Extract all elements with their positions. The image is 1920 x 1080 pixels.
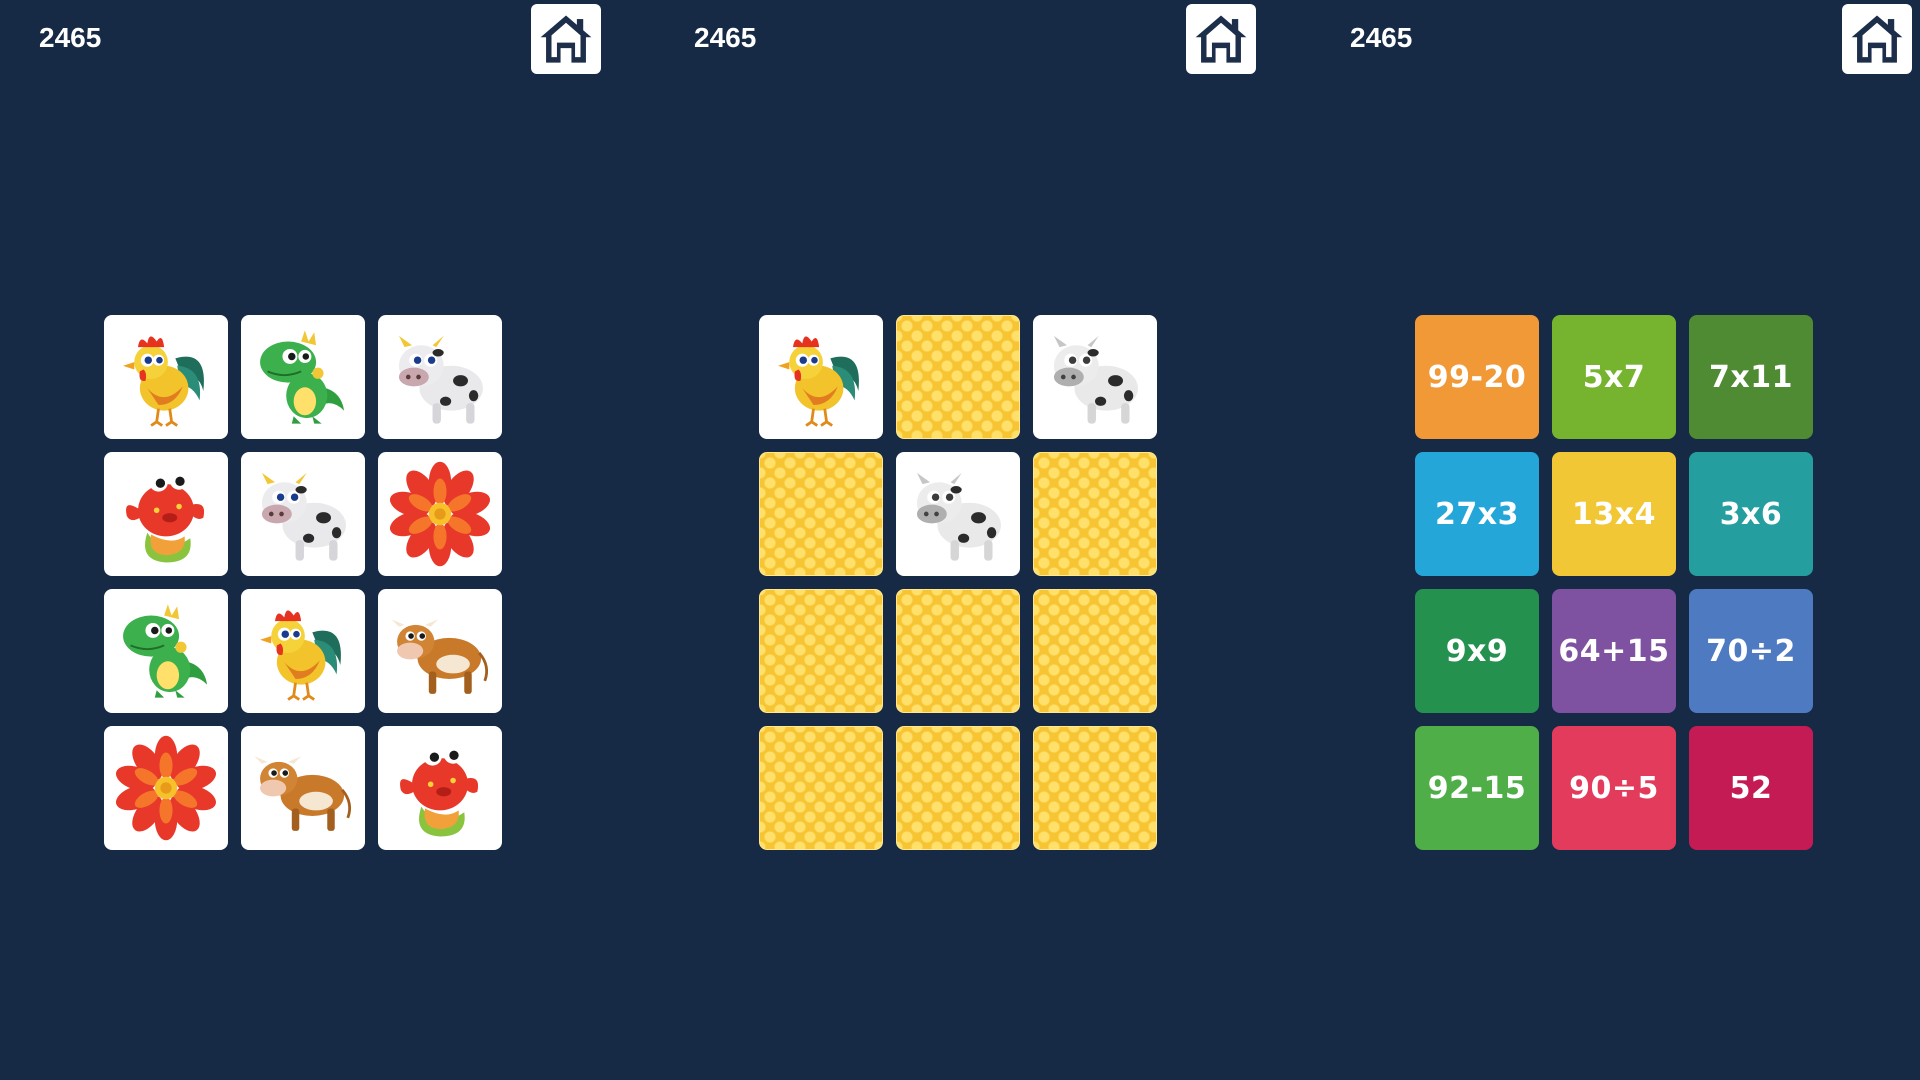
score-display: 2465 <box>694 22 757 53</box>
memory-card-brown-cow[interactable] <box>378 589 502 713</box>
memory-card-spotted-cow-matched[interactable] <box>1033 315 1157 439</box>
math-tile[interactable]: 9x9 <box>1415 589 1539 713</box>
math-tile-label: 13x4 <box>1572 496 1656 532</box>
math-tile-label: 5x7 <box>1582 359 1646 395</box>
memory-card-rooster[interactable] <box>241 589 365 713</box>
memory-card-spotted-cow[interactable] <box>378 315 502 439</box>
memory-card-spotted-cow-matched[interactable] <box>896 452 1020 576</box>
game-panel-playing: 2465 <box>655 0 1295 1080</box>
spotted-cow-icon <box>1039 321 1151 433</box>
memory-card-hidden[interactable] <box>1033 452 1157 576</box>
math-tile[interactable]: 27x3 <box>1415 452 1539 576</box>
rooster-icon <box>247 595 359 707</box>
math-tile-label: 99-20 <box>1427 359 1527 395</box>
memory-card-brown-cow[interactable] <box>241 726 365 850</box>
memory-card-hidden[interactable] <box>759 726 883 850</box>
math-tile-label: 70÷2 <box>1706 633 1796 669</box>
card-grid <box>759 315 1157 850</box>
math-tile[interactable]: 90÷5 <box>1552 726 1676 850</box>
memory-card-red-fish[interactable] <box>378 726 502 850</box>
dinosaur-icon <box>247 321 359 433</box>
home-button[interactable] <box>531 4 601 74</box>
memory-card-red-fish[interactable] <box>104 452 228 576</box>
math-tile[interactable]: 13x4 <box>1552 452 1676 576</box>
rooster-icon <box>110 321 222 433</box>
memory-card-dinosaur[interactable] <box>104 589 228 713</box>
memory-card-dinosaur[interactable] <box>241 315 365 439</box>
math-tile[interactable]: 92-15 <box>1415 726 1539 850</box>
memory-card-red-flower[interactable] <box>104 726 228 850</box>
math-tile-label: 90÷5 <box>1569 770 1659 806</box>
rooster-icon <box>765 321 877 433</box>
memory-card-hidden[interactable] <box>1033 726 1157 850</box>
memory-card-hidden[interactable] <box>1033 589 1157 713</box>
red-flower-icon <box>384 458 496 570</box>
math-tile[interactable]: 7x11 <box>1689 315 1813 439</box>
score-display: 2465 <box>39 22 102 53</box>
game-panel-math: 2465 99-20 5x7 7x11 27x3 13x4 3x6 9x9 64… <box>1311 0 1920 1080</box>
memory-card-hidden[interactable] <box>759 589 883 713</box>
home-icon <box>1848 10 1906 68</box>
memory-card-rooster[interactable] <box>759 315 883 439</box>
math-tile-label: 64+15 <box>1558 633 1670 669</box>
game-panel-preview: 2465 <box>0 0 640 1080</box>
home-button[interactable] <box>1842 4 1912 74</box>
home-icon <box>537 10 595 68</box>
math-tile[interactable]: 52 <box>1689 726 1813 850</box>
memory-card-red-flower[interactable] <box>378 452 502 576</box>
home-button[interactable] <box>1186 4 1256 74</box>
home-icon <box>1192 10 1250 68</box>
red-fish-icon <box>110 458 222 570</box>
math-tile[interactable]: 64+15 <box>1552 589 1676 713</box>
memory-card-hidden[interactable] <box>896 726 1020 850</box>
math-tile-label: 7x11 <box>1709 359 1793 395</box>
math-tile-label: 52 <box>1729 770 1773 806</box>
spotted-cow-icon <box>384 321 496 433</box>
math-tile[interactable]: 5x7 <box>1552 315 1676 439</box>
math-tile-label: 3x6 <box>1719 496 1783 532</box>
brown-cow-icon <box>247 732 359 844</box>
memory-card-hidden[interactable] <box>896 315 1020 439</box>
math-tile[interactable]: 3x6 <box>1689 452 1813 576</box>
brown-cow-icon <box>384 595 496 707</box>
math-tile-grid: 99-20 5x7 7x11 27x3 13x4 3x6 9x9 64+15 7… <box>1415 315 1813 850</box>
memory-card-hidden[interactable] <box>759 452 883 576</box>
score-display: 2465 <box>1350 22 1413 53</box>
card-grid <box>104 315 502 850</box>
memory-card-spotted-cow[interactable] <box>241 452 365 576</box>
memory-card-rooster[interactable] <box>104 315 228 439</box>
memory-card-hidden[interactable] <box>896 589 1020 713</box>
dinosaur-icon <box>110 595 222 707</box>
spotted-cow-icon <box>247 458 359 570</box>
red-flower-icon <box>110 732 222 844</box>
math-tile[interactable]: 70÷2 <box>1689 589 1813 713</box>
red-fish-icon <box>384 732 496 844</box>
math-tile-label: 27x3 <box>1435 496 1519 532</box>
spotted-cow-icon <box>902 458 1014 570</box>
math-tile-label: 92-15 <box>1427 770 1527 806</box>
math-tile[interactable]: 99-20 <box>1415 315 1539 439</box>
math-tile-label: 9x9 <box>1445 633 1509 669</box>
